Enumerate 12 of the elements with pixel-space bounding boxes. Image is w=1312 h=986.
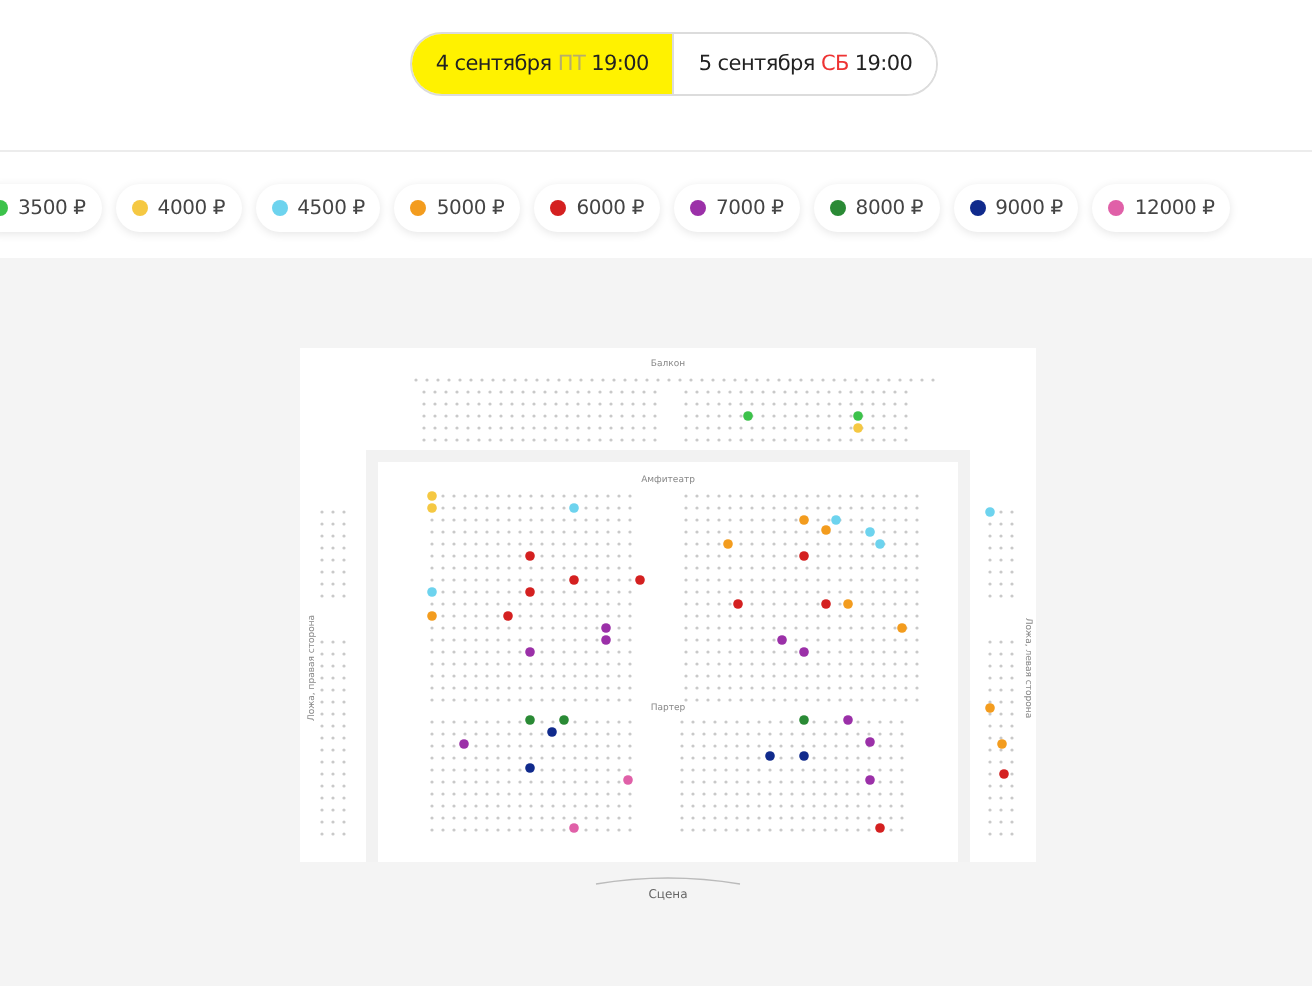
- seat-map-drawing[interactable]: [320, 378, 1014, 836]
- price-filter[interactable]: 4000 ₽: [115, 184, 242, 232]
- date-tab[interactable]: 5 сентября СБ 19:00: [672, 33, 937, 93]
- price-filter[interactable]: 4500 ₽: [255, 184, 381, 232]
- price-filter[interactable]: 7000 ₽: [673, 184, 800, 232]
- price-filter[interactable]: 12000 ₽: [1092, 184, 1231, 232]
- price-filter[interactable]: 3500 ₽: [0, 184, 102, 232]
- price-filter[interactable]: 8000 ₽: [813, 184, 940, 232]
- price-filter[interactable]: 5000 ₽: [394, 184, 521, 232]
- price-filter[interactable]: 9000 ₽: [953, 184, 1079, 232]
- price-filter[interactable]: 6000 ₽: [534, 184, 660, 232]
- date-tab[interactable]: 4 сентября ПТ 19:00: [411, 33, 673, 93]
